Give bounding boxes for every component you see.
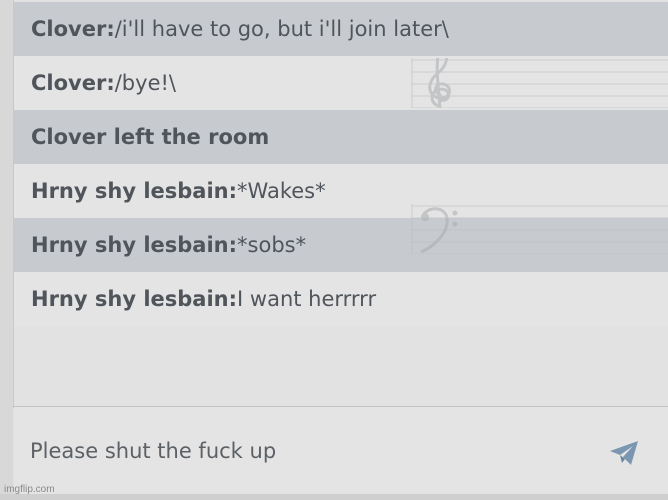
message-row: Clover: /i'll have to go, but i'll join … xyxy=(14,2,668,56)
message-row: Hrny shy lesbain: I want herrrrr xyxy=(14,272,668,326)
left-gutter xyxy=(0,0,13,500)
message-text: *Wakes* xyxy=(237,179,326,203)
message-text: /bye!\ xyxy=(114,71,176,95)
message-composer xyxy=(14,407,668,495)
message-input[interactable] xyxy=(30,435,590,467)
message-author[interactable]: Hrny shy lesbain: xyxy=(31,179,237,203)
watermark: imgflip.com xyxy=(4,484,55,495)
message-row: Hrny shy lesbain: *sobs* xyxy=(14,218,668,272)
message-author[interactable]: Hrny shy lesbain: xyxy=(31,287,237,311)
message-author[interactable]: Clover: xyxy=(31,17,115,41)
bottom-bar xyxy=(0,494,668,500)
message-author[interactable]: Hrny shy lesbain: xyxy=(31,233,237,257)
chat-window: Clover: /i'll have to go, but i'll join … xyxy=(0,0,668,500)
message-text: I want herrrrr xyxy=(237,287,377,311)
send-button[interactable] xyxy=(606,437,642,469)
message-row: Clover: /bye!\ xyxy=(14,56,668,110)
message-text: *sobs* xyxy=(237,233,307,257)
message-text: /i'll have to go, but i'll join later\ xyxy=(114,17,449,41)
message-author[interactable]: Clover: xyxy=(31,71,115,95)
system-message-row: Clover left the room xyxy=(14,110,668,164)
paper-plane-icon xyxy=(610,441,638,465)
message-list[interactable]: Clover: /i'll have to go, but i'll join … xyxy=(13,0,668,408)
system-message: Clover left the room xyxy=(31,125,270,149)
message-row: Hrny shy lesbain: *Wakes* xyxy=(14,164,668,218)
